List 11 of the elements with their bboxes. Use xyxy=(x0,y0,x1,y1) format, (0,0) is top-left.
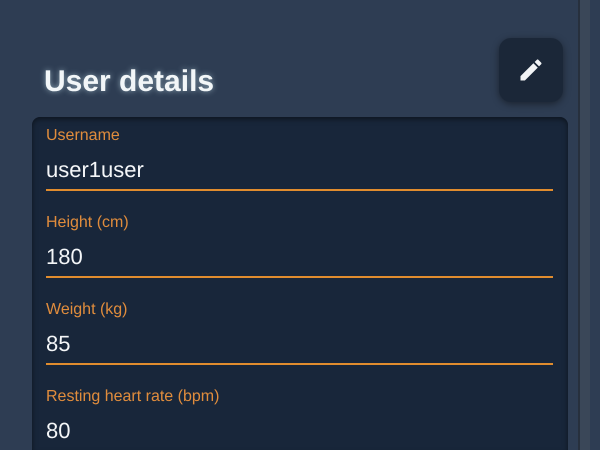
field-label: Username xyxy=(46,126,121,146)
input-field[interactable]: 80 xyxy=(46,408,553,450)
scrollbar[interactable] xyxy=(578,0,590,450)
field-label: Height (cm) xyxy=(46,213,130,233)
input-field[interactable]: 180 xyxy=(46,234,553,278)
input-field[interactable]: user1user xyxy=(46,147,553,191)
page-title: User details xyxy=(44,65,214,99)
edit-button[interactable] xyxy=(499,38,563,102)
field-label: Weight (kg) xyxy=(46,300,129,320)
input-field[interactable]: 85 xyxy=(46,321,553,365)
field-label: Resting heart rate (bpm) xyxy=(46,387,220,407)
